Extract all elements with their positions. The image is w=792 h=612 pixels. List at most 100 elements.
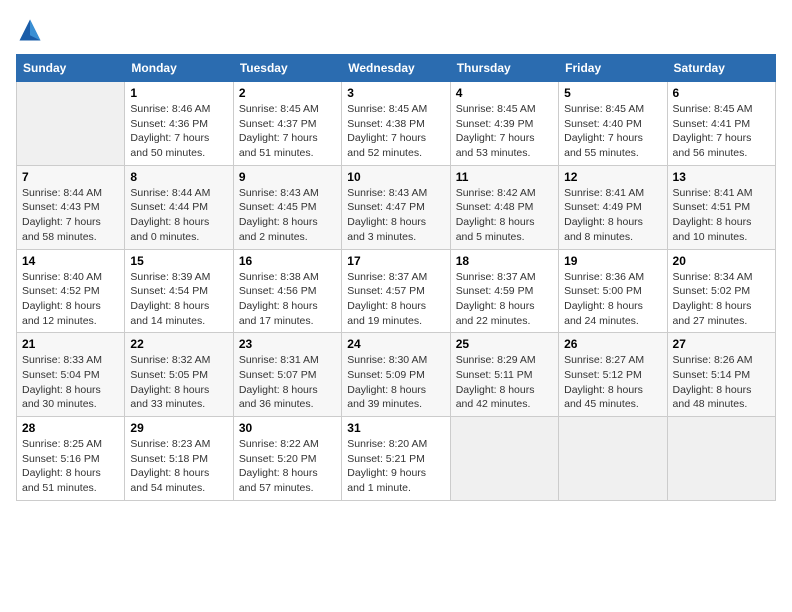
day-info: Sunrise: 8:31 AMSunset: 5:07 PMDaylight:… — [239, 353, 336, 412]
calendar-week-row: 1 Sunrise: 8:46 AMSunset: 4:36 PMDaylight… — [17, 82, 776, 166]
calendar-cell: 21Sunrise: 8:33 AMSunset: 5:04 PMDayligh… — [17, 333, 125, 417]
day-info: Sunrise: 8:37 AMSunset: 4:59 PMDaylight:… — [456, 270, 553, 329]
day-number: 10 — [347, 170, 444, 184]
day-info: Sunrise: 8:45 AMSunset: 4:37 PMDaylight:… — [239, 102, 336, 161]
day-info: Sunrise: 8:23 AMSunset: 5:18 PMDaylight:… — [130, 437, 227, 496]
calendar-cell: 29 Sunrise: 8:23 AMSunset: 5:18 PMDayligh… — [125, 417, 233, 501]
day-number: 25 — [456, 337, 553, 351]
logo — [16, 16, 48, 44]
calendar-cell: 26Sunrise: 8:27 AMSunset: 5:12 PMDayligh… — [559, 333, 667, 417]
day-number: 7 — [22, 170, 119, 184]
day-info: Sunrise: 8:29 AMSunset: 5:11 PMDaylight:… — [456, 353, 553, 412]
day-info: Sunrise: 8:26 AMSunset: 5:14 PMDaylight:… — [673, 353, 770, 412]
calendar-cell: 12 Sunrise: 8:41 AMSunset: 4:49 PMDayligh… — [559, 165, 667, 249]
day-info: Sunrise: 8:45 AMSunset: 4:38 PMDaylight:… — [347, 102, 444, 161]
day-number: 2 — [239, 86, 336, 100]
day-number: 21 — [22, 337, 119, 351]
day-info: Sunrise: 8:36 AMSunset: 5:00 PMDaylight:… — [564, 270, 661, 329]
calendar-cell: 11Sunrise: 8:42 AMSunset: 4:48 PMDayligh… — [450, 165, 558, 249]
day-number: 5 — [564, 86, 661, 100]
day-number: 6 — [673, 86, 770, 100]
calendar-cell — [667, 417, 775, 501]
calendar-cell: 5Sunrise: 8:45 AMSunset: 4:40 PMDaylight… — [559, 82, 667, 166]
day-number: 12 — [564, 170, 661, 184]
calendar-cell: 19 Sunrise: 8:36 AMSunset: 5:00 PMDayligh… — [559, 249, 667, 333]
day-number: 15 — [130, 254, 227, 268]
calendar-cell — [17, 82, 125, 166]
calendar-cell: 23 Sunrise: 8:31 AMSunset: 5:07 PMDayligh… — [233, 333, 341, 417]
day-number: 30 — [239, 421, 336, 435]
day-number: 3 — [347, 86, 444, 100]
day-number: 19 — [564, 254, 661, 268]
day-number: 31 — [347, 421, 444, 435]
day-number: 22 — [130, 337, 227, 351]
calendar-week-row: 14 Sunrise: 8:40 AMSunset: 4:52 PMDayligh… — [17, 249, 776, 333]
col-header-tuesday: Tuesday — [233, 55, 341, 82]
calendar-cell: 14 Sunrise: 8:40 AMSunset: 4:52 PMDayligh… — [17, 249, 125, 333]
day-info: Sunrise: 8:44 AMSunset: 4:44 PMDaylight:… — [130, 186, 227, 245]
day-number: 23 — [239, 337, 336, 351]
day-info: Sunrise: 8:43 AMSunset: 4:47 PMDaylight:… — [347, 186, 444, 245]
day-info: Sunrise: 8:43 AMSunset: 4:45 PMDaylight:… — [239, 186, 336, 245]
day-number: 24 — [347, 337, 444, 351]
day-info: Sunrise: 8:41 AMSunset: 4:49 PMDaylight:… — [564, 186, 661, 245]
calendar-cell: 3 Sunrise: 8:45 AMSunset: 4:38 PMDaylight… — [342, 82, 450, 166]
day-info: Sunrise: 8:38 AMSunset: 4:56 PMDaylight:… — [239, 270, 336, 329]
calendar-cell: 18 Sunrise: 8:37 AMSunset: 4:59 PMDayligh… — [450, 249, 558, 333]
calendar-cell: 17 Sunrise: 8:37 AMSunset: 4:57 PMDayligh… — [342, 249, 450, 333]
calendar-cell: 31Sunrise: 8:20 AMSunset: 5:21 PMDayligh… — [342, 417, 450, 501]
day-number: 8 — [130, 170, 227, 184]
col-header-thursday: Thursday — [450, 55, 558, 82]
calendar-cell: 8 Sunrise: 8:44 AMSunset: 4:44 PMDaylight… — [125, 165, 233, 249]
day-info: Sunrise: 8:37 AMSunset: 4:57 PMDaylight:… — [347, 270, 444, 329]
day-number: 11 — [456, 170, 553, 184]
calendar-header-row: SundayMondayTuesdayWednesdayThursdayFrid… — [17, 55, 776, 82]
day-info: Sunrise: 8:22 AMSunset: 5:20 PMDaylight:… — [239, 437, 336, 496]
day-number: 29 — [130, 421, 227, 435]
day-number: 16 — [239, 254, 336, 268]
calendar-cell: 4 Sunrise: 8:45 AMSunset: 4:39 PMDaylight… — [450, 82, 558, 166]
calendar-cell: 25 Sunrise: 8:29 AMSunset: 5:11 PMDayligh… — [450, 333, 558, 417]
day-info: Sunrise: 8:40 AMSunset: 4:52 PMDaylight:… — [22, 270, 119, 329]
calendar-cell: 2 Sunrise: 8:45 AMSunset: 4:37 PMDaylight… — [233, 82, 341, 166]
day-number: 26 — [564, 337, 661, 351]
page-header — [16, 16, 776, 44]
day-number: 13 — [673, 170, 770, 184]
calendar-table: SundayMondayTuesdayWednesdayThursdayFrid… — [16, 54, 776, 501]
day-info: Sunrise: 8:45 AMSunset: 4:39 PMDaylight:… — [456, 102, 553, 161]
calendar-cell: 30 Sunrise: 8:22 AMSunset: 5:20 PMDayligh… — [233, 417, 341, 501]
day-number: 27 — [673, 337, 770, 351]
day-info: Sunrise: 8:46 AMSunset: 4:36 PMDaylight:… — [130, 102, 227, 161]
day-number: 4 — [456, 86, 553, 100]
day-info: Sunrise: 8:25 AMSunset: 5:16 PMDaylight:… — [22, 437, 119, 496]
col-header-friday: Friday — [559, 55, 667, 82]
day-info: Sunrise: 8:32 AMSunset: 5:05 PMDaylight:… — [130, 353, 227, 412]
day-number: 18 — [456, 254, 553, 268]
day-info: Sunrise: 8:44 AMSunset: 4:43 PMDaylight:… — [22, 186, 119, 245]
calendar-cell: 28 Sunrise: 8:25 AMSunset: 5:16 PMDayligh… — [17, 417, 125, 501]
col-header-sunday: Sunday — [17, 55, 125, 82]
calendar-cell: 13Sunrise: 8:41 AMSunset: 4:51 PMDayligh… — [667, 165, 775, 249]
calendar-cell: 16 Sunrise: 8:38 AMSunset: 4:56 PMDayligh… — [233, 249, 341, 333]
day-info: Sunrise: 8:34 AMSunset: 5:02 PMDaylight:… — [673, 270, 770, 329]
day-number: 28 — [22, 421, 119, 435]
day-number: 20 — [673, 254, 770, 268]
calendar-cell: 27 Sunrise: 8:26 AMSunset: 5:14 PMDayligh… — [667, 333, 775, 417]
calendar-cell: 22 Sunrise: 8:32 AMSunset: 5:05 PMDayligh… — [125, 333, 233, 417]
day-number: 9 — [239, 170, 336, 184]
day-number: 14 — [22, 254, 119, 268]
day-info: Sunrise: 8:39 AMSunset: 4:54 PMDaylight:… — [130, 270, 227, 329]
calendar-cell: 15 Sunrise: 8:39 AMSunset: 4:54 PMDayligh… — [125, 249, 233, 333]
calendar-cell: 1 Sunrise: 8:46 AMSunset: 4:36 PMDaylight… — [125, 82, 233, 166]
day-number: 1 — [130, 86, 227, 100]
day-info: Sunrise: 8:30 AMSunset: 5:09 PMDaylight:… — [347, 353, 444, 412]
col-header-monday: Monday — [125, 55, 233, 82]
calendar-week-row: 28 Sunrise: 8:25 AMSunset: 5:16 PMDayligh… — [17, 417, 776, 501]
col-header-wednesday: Wednesday — [342, 55, 450, 82]
calendar-cell: 20 Sunrise: 8:34 AMSunset: 5:02 PMDayligh… — [667, 249, 775, 333]
calendar-cell: 7 Sunrise: 8:44 AMSunset: 4:43 PMDaylight… — [17, 165, 125, 249]
calendar-cell: 6Sunrise: 8:45 AMSunset: 4:41 PMDaylight… — [667, 82, 775, 166]
day-number: 17 — [347, 254, 444, 268]
calendar-cell: 9 Sunrise: 8:43 AMSunset: 4:45 PMDaylight… — [233, 165, 341, 249]
col-header-saturday: Saturday — [667, 55, 775, 82]
